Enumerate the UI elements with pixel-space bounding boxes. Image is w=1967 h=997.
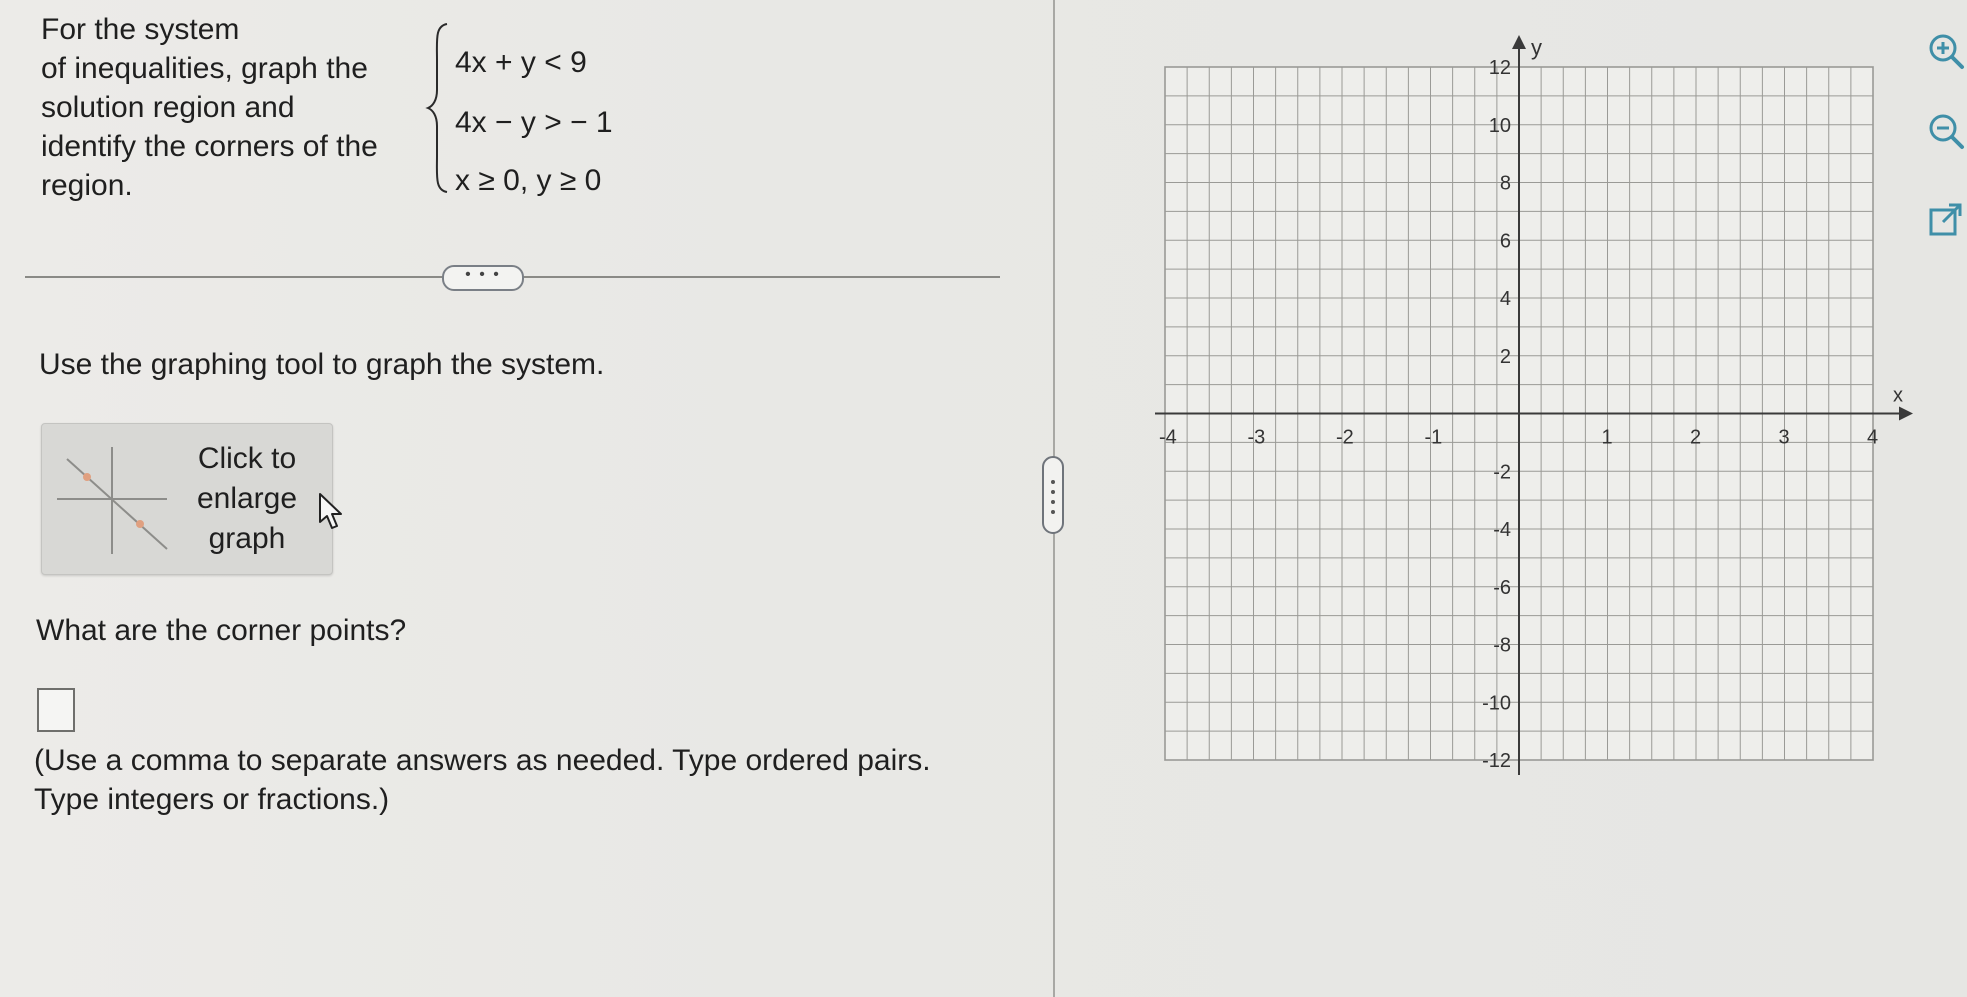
prompt-line: For the system [41,13,240,46]
y-tick-label: -12 [1482,750,1511,772]
graph-thumbnail-icon [57,447,168,554]
x-tick-label: -4 [1159,427,1177,449]
inequality-system: 4x + y < 9 4x − y > − 1 x ≥ 0, y ≥ 0 [425,20,665,197]
zoom-out-icon[interactable] [1925,110,1965,150]
coordinate-graph[interactable]: -4 -3 -2 -1 1 2 3 4 12108642-2-4-6-8-10-12 x y [1140,25,1920,785]
y-axis-arrow-icon [1512,35,1526,49]
y-tick-label: -4 [1493,519,1511,541]
corner-points-input[interactable] [37,688,75,732]
y-tick-label: 6 [1500,230,1511,252]
question-text: What are the corner points? [36,614,407,647]
inequality-3: x ≥ 0, y ≥ 0 [455,164,602,197]
problem-prompt: For the system of inequalities, graph th… [41,10,406,205]
enlarge-label-line: Click to [197,442,297,475]
x-tick-label: 4 [1867,427,1878,449]
y-tick-label: 12 [1489,57,1511,79]
x-axis-label: x [1893,385,1903,407]
y-tick-label: 2 [1500,346,1511,368]
y-tick-label: -10 [1482,692,1511,714]
x-tick-label: 3 [1779,427,1790,449]
instruction-text: Use the graphing tool to graph the syste… [39,348,605,381]
hint-line: Type integers or fractions.) [34,783,390,816]
x-tick-label: -2 [1336,427,1354,449]
x-tick-label: -3 [1248,427,1266,449]
zoom-in-icon[interactable] [1925,30,1965,70]
y-tick-label: 8 [1500,173,1511,195]
enlarge-label-line: graph [208,522,286,555]
mouse-cursor-icon [319,493,342,529]
prompt-line: of inequalities, graph the [41,52,368,85]
left-brace-icon [425,23,448,193]
enlarge-label-line: enlarge [196,482,298,515]
more-options-button[interactable]: • • • [442,265,524,291]
x-tick-label: -1 [1425,427,1443,449]
enlarge-label: Click to enlarge graph [177,439,317,559]
page: For the system of inequalities, graph th… [0,0,1967,997]
question-panel: For the system of inequalities, graph th… [0,0,1050,997]
y-tick-label: -2 [1493,461,1511,483]
panel-resize-handle[interactable] [1042,456,1064,534]
y-tick-label: -6 [1493,577,1511,599]
prompt-line: region. [41,169,133,202]
hint-line: (Use a comma to separate answers as need… [34,744,931,777]
external-link-icon[interactable] [1925,200,1965,240]
x-tick-label: 1 [1602,427,1613,449]
x-tick-label: 2 [1690,427,1701,449]
enlarge-graph-button[interactable]: Click to enlarge graph [41,423,333,575]
y-tick-label: 4 [1500,288,1511,310]
inequality-2: 4x − y > − 1 [455,106,613,139]
x-axis-arrow-icon [1899,406,1913,421]
y-tick-label: -8 [1493,635,1511,657]
y-tick-label: 10 [1489,115,1511,137]
prompt-line: solution region and [41,91,295,124]
answer-hint: (Use a comma to separate answers as need… [34,741,1014,819]
prompt-line: identify the corners of the [41,130,378,163]
y-axis-label: y [1531,35,1542,60]
inequality-1: 4x + y < 9 [455,46,587,79]
